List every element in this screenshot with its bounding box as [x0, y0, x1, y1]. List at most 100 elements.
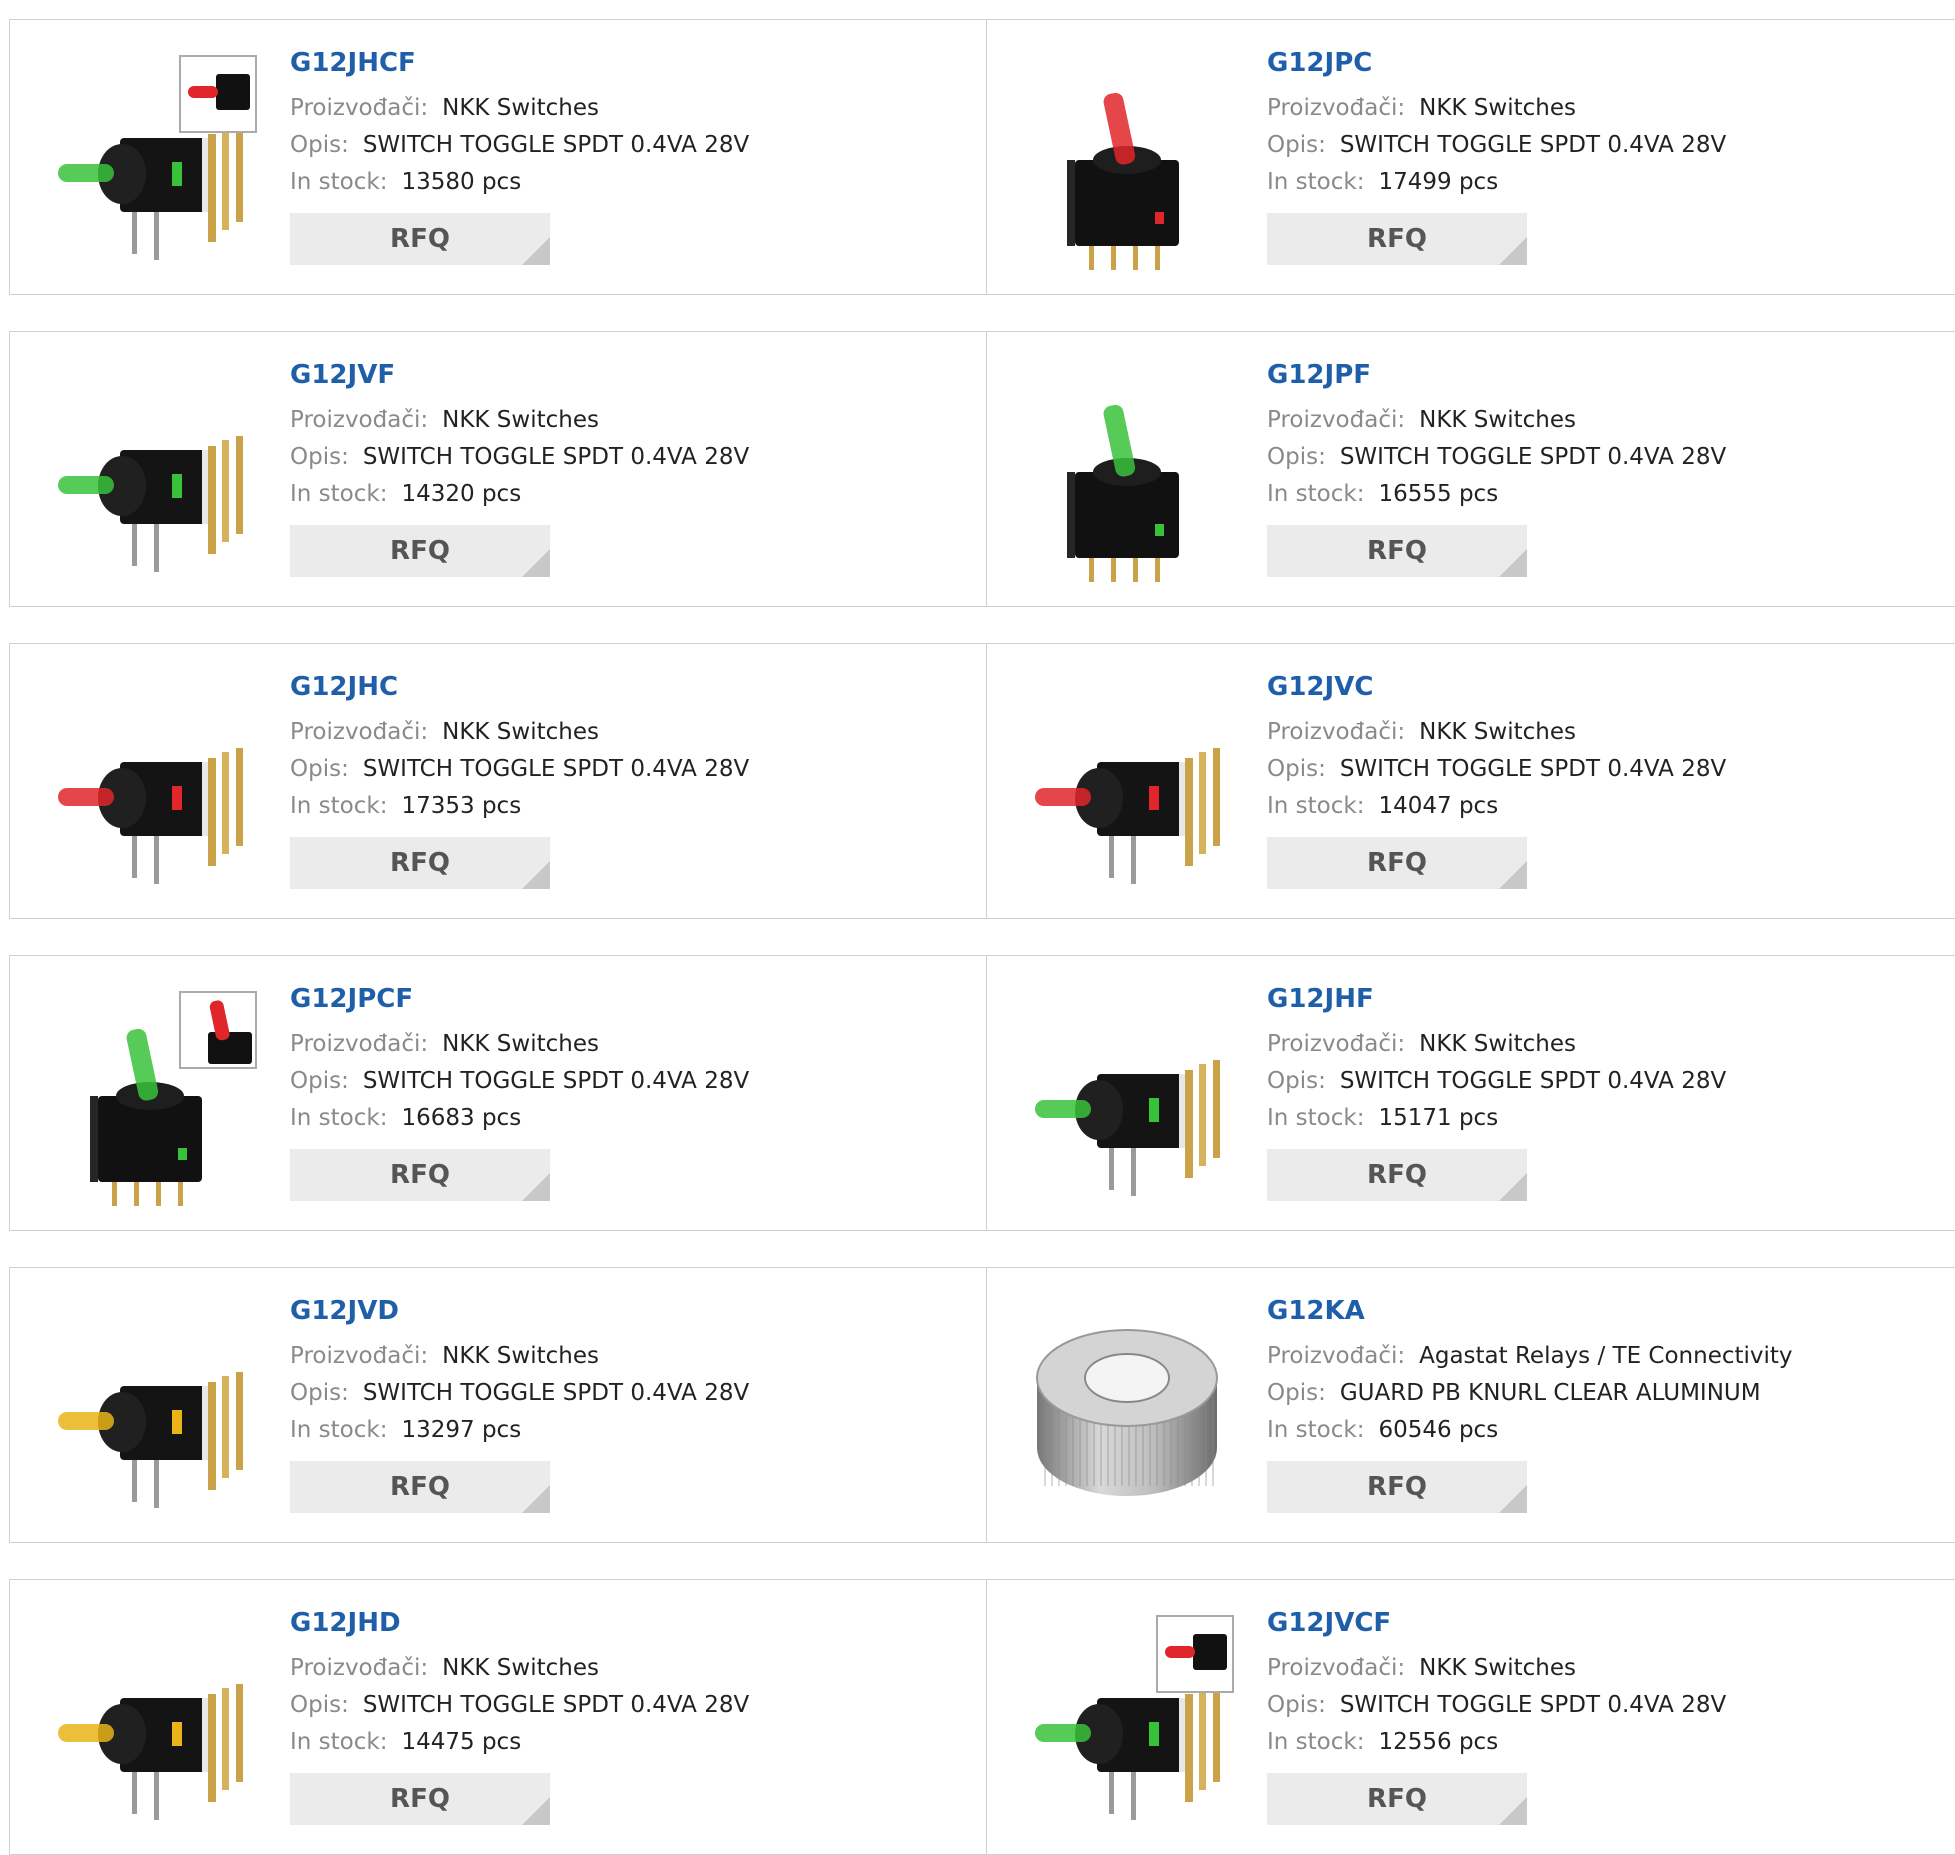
- rfq-button[interactable]: RFQ: [290, 213, 550, 265]
- product-image[interactable]: [1017, 50, 1237, 270]
- stock-label: In stock:: [1267, 1729, 1365, 1755]
- product-image[interactable]: [1017, 986, 1237, 1206]
- stock-label: In stock:: [1267, 1417, 1365, 1443]
- product-image[interactable]: [40, 986, 260, 1206]
- product-title-link[interactable]: G12KA: [1267, 1296, 1793, 1326]
- manufacturer-label: Proizvođači:: [1267, 1655, 1406, 1681]
- manufacturer-label: Proizvođači:: [1267, 407, 1406, 433]
- product-title-link[interactable]: G12JVD: [290, 1296, 749, 1326]
- description-value: SWITCH TOGGLE SPDT 0.4VA 28V: [362, 1380, 750, 1406]
- description-label: Opis:: [290, 132, 349, 158]
- manufacturer-label: Proizvođači:: [290, 719, 429, 745]
- product-image[interactable]: [1017, 1298, 1237, 1518]
- description-row: Opis: SWITCH TOGGLE SPDT 0.4VA 28V: [290, 127, 749, 164]
- manufacturer-label: Proizvođači:: [1267, 719, 1406, 745]
- rfq-button[interactable]: RFQ: [1267, 525, 1527, 577]
- stock-value: 14475 pcs: [401, 1729, 522, 1755]
- manufacturer-row: Proizvođači: NKK Switches: [1267, 1026, 1726, 1063]
- manufacturer-value: NKK Switches: [1419, 719, 1576, 745]
- manufacturer-row: Proizvođači: NKK Switches: [1267, 90, 1726, 127]
- manufacturer-row: Proizvođači: Agastat Relays / TE Connecti…: [1267, 1338, 1793, 1375]
- corner-fold-icon: [522, 1173, 550, 1201]
- stock-row: In stock: 14475 pcs: [290, 1724, 749, 1761]
- product-image[interactable]: [40, 674, 260, 894]
- description-value: SWITCH TOGGLE SPDT 0.4VA 28V: [362, 756, 750, 782]
- manufacturer-value: NKK Switches: [442, 719, 599, 745]
- product-title-link[interactable]: G12JVC: [1267, 672, 1726, 702]
- description-value: SWITCH TOGGLE SPDT 0.4VA 28V: [362, 1068, 750, 1094]
- stock-label: In stock:: [290, 169, 388, 195]
- rfq-label: RFQ: [1367, 1160, 1427, 1190]
- manufacturer-row: Proizvođači: NKK Switches: [290, 1026, 749, 1063]
- product-image[interactable]: [40, 50, 260, 270]
- product-card: G12JPC Proizvođači: NKK Switches Opis: SWITC…: [987, 19, 1955, 295]
- description-row: Opis: SWITCH TOGGLE SPDT 0.4VA 28V: [290, 439, 749, 476]
- description-label: Opis:: [1267, 756, 1326, 782]
- manufacturer-row: Proizvođači: NKK Switches: [290, 714, 749, 751]
- stock-value: 14047 pcs: [1378, 793, 1499, 819]
- rfq-button[interactable]: RFQ: [1267, 1773, 1527, 1825]
- stock-value: 13297 pcs: [401, 1417, 522, 1443]
- description-row: Opis: GUARD PB KNURL CLEAR ALUMINUM: [1267, 1375, 1793, 1412]
- rfq-button[interactable]: RFQ: [290, 1773, 550, 1825]
- product-info: G12JVF Proizvođači: NKK Switches Opis: SWITC…: [290, 360, 749, 577]
- stock-value: 17499 pcs: [1378, 169, 1499, 195]
- manufacturer-value: NKK Switches: [1419, 1655, 1576, 1681]
- rfq-button[interactable]: RFQ: [1267, 1149, 1527, 1201]
- manufacturer-row: Proizvođači: NKK Switches: [290, 90, 749, 127]
- rfq-button[interactable]: RFQ: [290, 1149, 550, 1201]
- rfq-label: RFQ: [390, 1160, 450, 1190]
- stock-row: In stock: 14047 pcs: [1267, 788, 1726, 825]
- description-value: SWITCH TOGGLE SPDT 0.4VA 28V: [362, 444, 750, 470]
- product-info: G12JVCF Proizvođači: NKK Switches Opis: SWIT…: [1267, 1608, 1726, 1825]
- rfq-label: RFQ: [390, 848, 450, 878]
- product-info: G12JVC Proizvođači: NKK Switches Opis: SWITC…: [1267, 672, 1726, 889]
- product-title-link[interactable]: G12JPF: [1267, 360, 1726, 390]
- rfq-label: RFQ: [390, 536, 450, 566]
- stock-row: In stock: 13580 pcs: [290, 164, 749, 201]
- rfq-label: RFQ: [390, 1784, 450, 1814]
- manufacturer-row: Proizvođači: NKK Switches: [290, 402, 749, 439]
- rfq-button[interactable]: RFQ: [1267, 1461, 1527, 1513]
- product-title-link[interactable]: G12JPCF: [290, 984, 749, 1014]
- manufacturer-row: Proizvođači: NKK Switches: [1267, 714, 1726, 751]
- manufacturer-label: Proizvođači:: [290, 95, 429, 121]
- rfq-label: RFQ: [390, 224, 450, 254]
- product-info: G12JHD Proizvođači: NKK Switches Opis: SWITC…: [290, 1608, 749, 1825]
- rfq-button[interactable]: RFQ: [290, 525, 550, 577]
- corner-fold-icon: [522, 549, 550, 577]
- stock-row: In stock: 13297 pcs: [290, 1412, 749, 1449]
- rfq-button[interactable]: RFQ: [1267, 837, 1527, 889]
- product-image[interactable]: [1017, 362, 1237, 582]
- product-grid: G12JHCF Proizvođači: NKK Switches Opis: SWIT…: [9, 19, 1955, 1855]
- product-image[interactable]: [40, 1610, 260, 1830]
- description-row: Opis: SWITCH TOGGLE SPDT 0.4VA 28V: [290, 1687, 749, 1724]
- product-title-link[interactable]: G12JHCF: [290, 48, 749, 78]
- product-image[interactable]: [40, 1298, 260, 1518]
- rfq-button[interactable]: RFQ: [290, 837, 550, 889]
- stock-label: In stock:: [290, 1417, 388, 1443]
- product-image[interactable]: [1017, 1610, 1237, 1830]
- rfq-button[interactable]: RFQ: [290, 1461, 550, 1513]
- product-title-link[interactable]: G12JHF: [1267, 984, 1726, 1014]
- product-title-link[interactable]: G12JVCF: [1267, 1608, 1726, 1638]
- product-card: G12JVD Proizvođači: NKK Switches Opis: SWITC…: [9, 1267, 987, 1543]
- rfq-button[interactable]: RFQ: [1267, 213, 1527, 265]
- product-title-link[interactable]: G12JHC: [290, 672, 749, 702]
- product-info: G12JPC Proizvođači: NKK Switches Opis: SWITC…: [1267, 48, 1726, 265]
- description-row: Opis: SWITCH TOGGLE SPDT 0.4VA 28V: [290, 1375, 749, 1412]
- manufacturer-row: Proizvođači: NKK Switches: [1267, 402, 1726, 439]
- product-title-link[interactable]: G12JPC: [1267, 48, 1726, 78]
- stock-label: In stock:: [1267, 481, 1365, 507]
- product-image[interactable]: [1017, 674, 1237, 894]
- corner-fold-icon: [1499, 237, 1527, 265]
- stock-label: In stock:: [290, 481, 388, 507]
- product-title-link[interactable]: G12JVF: [290, 360, 749, 390]
- manufacturer-value: NKK Switches: [442, 1655, 599, 1681]
- product-card: G12KA Proizvođači: Agastat Relays / TE Con…: [987, 1267, 1955, 1543]
- product-image[interactable]: [40, 362, 260, 582]
- product-title-link[interactable]: G12JHD: [290, 1608, 749, 1638]
- stock-value: 17353 pcs: [401, 793, 522, 819]
- product-card: G12JHF Proizvođači: NKK Switches Opis: SWITC…: [987, 955, 1955, 1231]
- stock-label: In stock:: [290, 1729, 388, 1755]
